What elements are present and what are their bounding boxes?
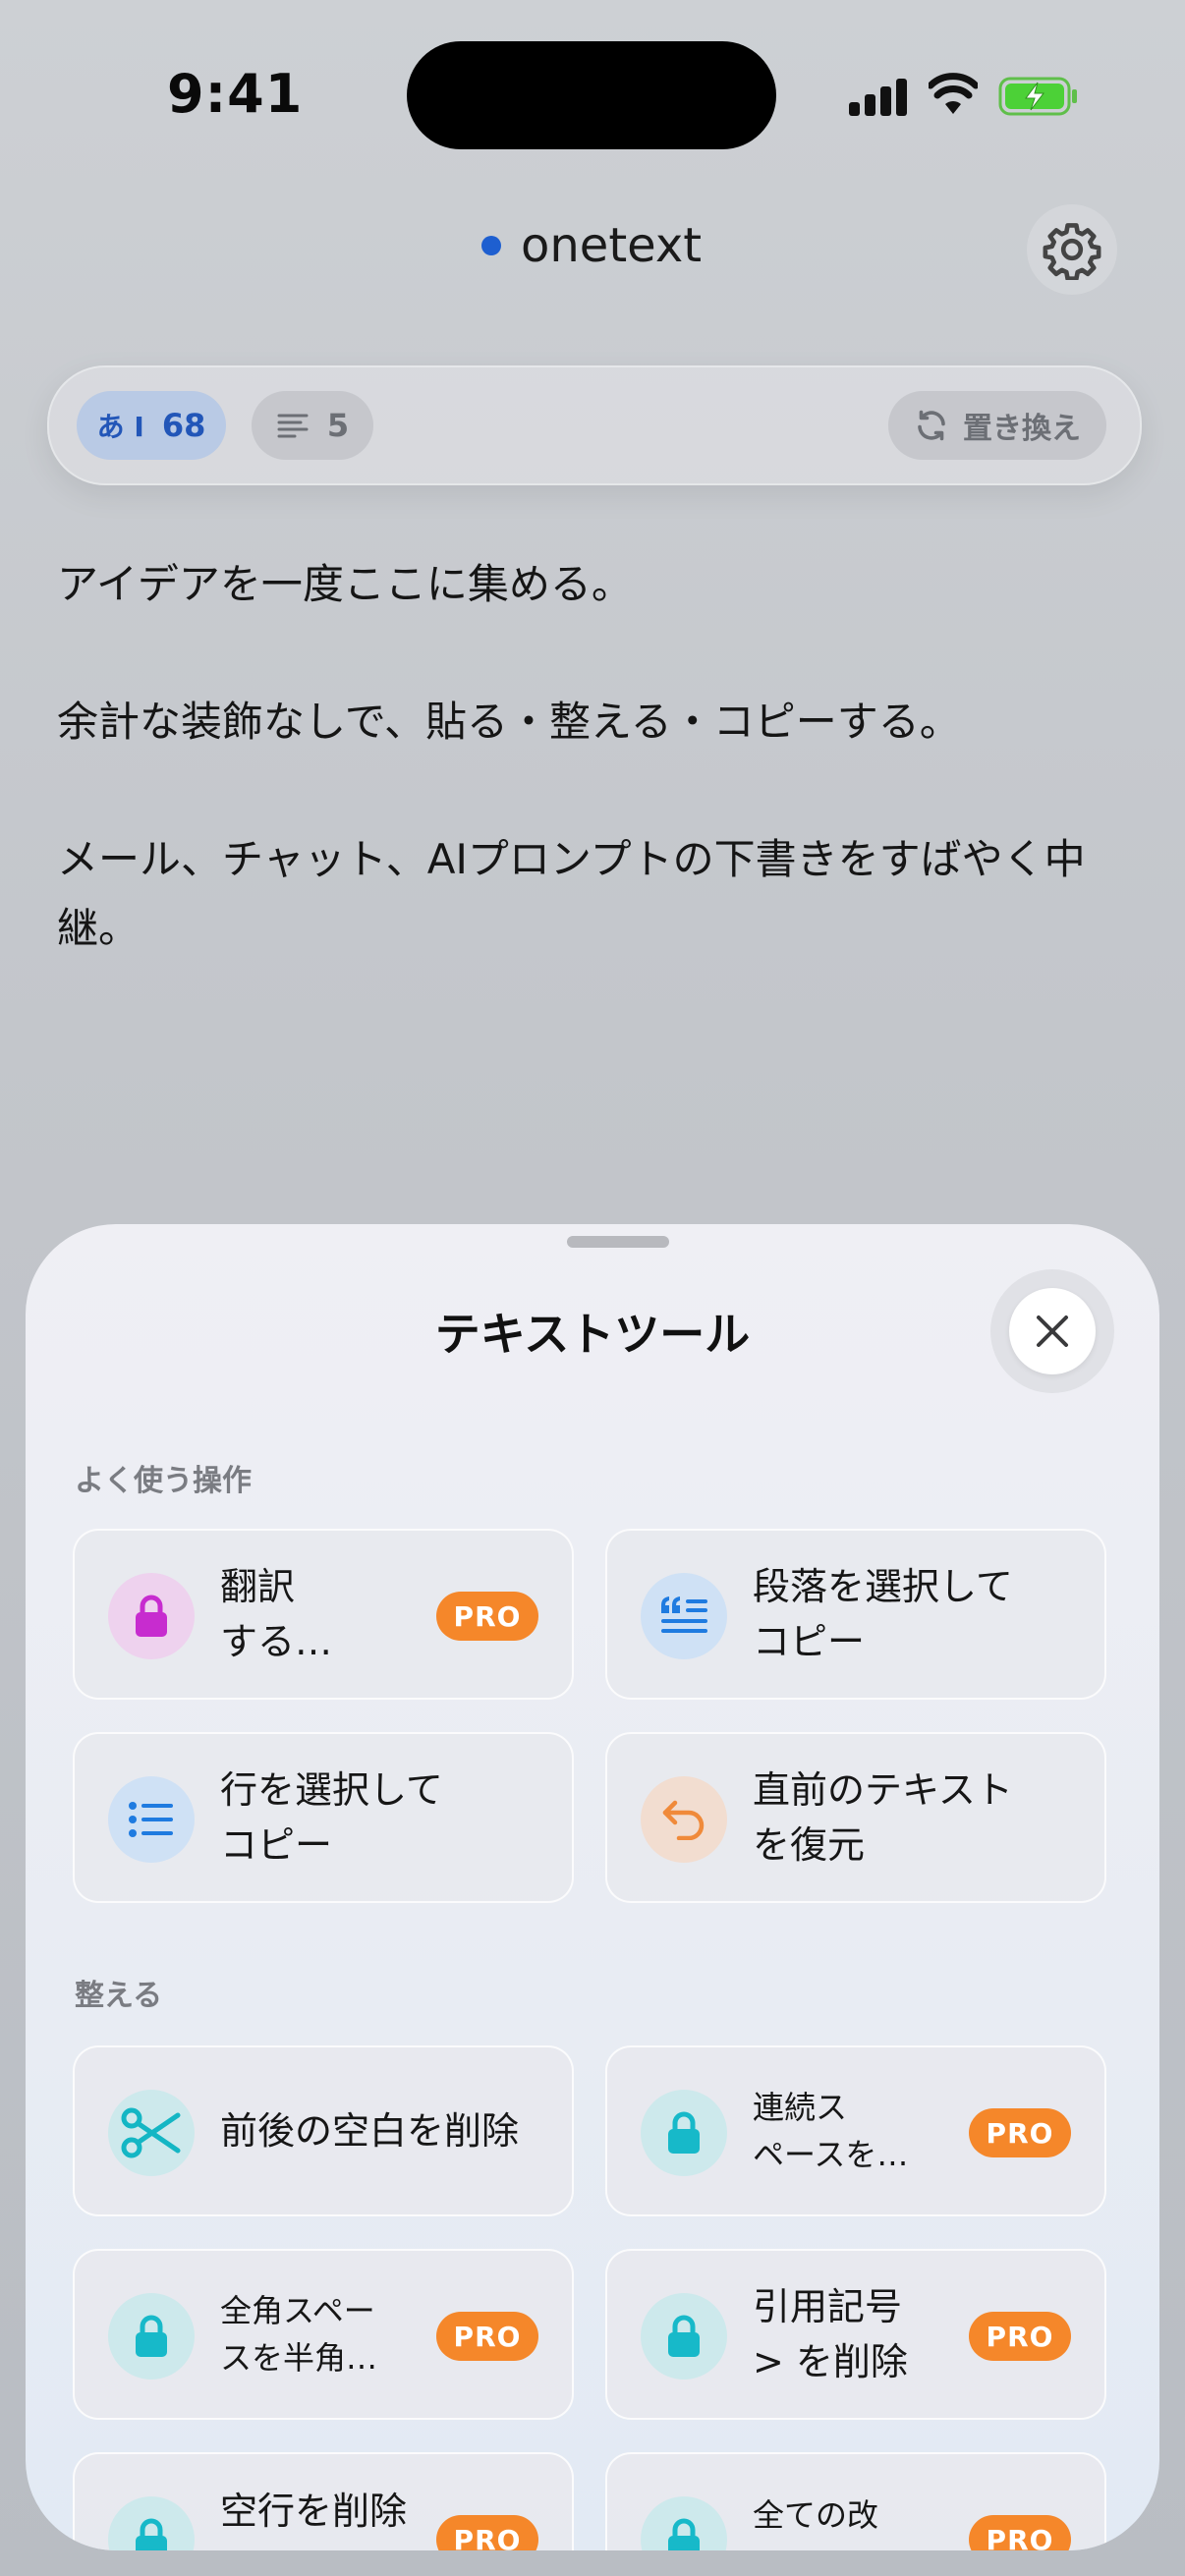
tool-label: 段落を選択して コピー [753, 1565, 1013, 1663]
settings-button[interactable] [1027, 204, 1117, 295]
cellular-signal-icon [849, 77, 908, 116]
refresh-icon [918, 410, 945, 441]
section-label-format: 整える [75, 1979, 163, 2013]
pro-badge: PRO [969, 2312, 1071, 2361]
list-icon [129, 1802, 173, 1837]
pro-badge: PRO [969, 2515, 1071, 2550]
lock-icon [668, 2111, 700, 2154]
line-count-value: 5 [326, 407, 350, 444]
lock-icon [136, 2518, 167, 2550]
lock-icon [668, 2315, 700, 2357]
text-tools-sheet: テキストツール よく使う操作 翻訳 する… PRO 段落を選択して コピー 行を… [26, 1224, 1159, 2550]
scissors-icon [121, 2107, 181, 2158]
close-button[interactable] [990, 1269, 1114, 1393]
replace-button[interactable]: 置き換え [888, 391, 1106, 460]
battery-charging-icon [998, 77, 1077, 116]
tool-label: 全角スペー スを半角… [220, 2292, 378, 2377]
section-label-frequent: よく使う操作 [75, 1464, 252, 1498]
tool-card-remove-blank-lines[interactable]: 空行を削除 PRO [73, 2452, 574, 2550]
pro-badge: PRO [436, 2312, 538, 2361]
tool-card-copy-line[interactable]: 行を選択して コピー [73, 1732, 574, 1903]
editor-paragraph: メール、チャット、AIプロンプトの下書きをすばやく中継。 [57, 835, 1086, 952]
line-count-chip[interactable]: 5 [252, 391, 373, 460]
tool-card-trim[interactable]: 前後の空白を削除 [73, 2045, 574, 2216]
tool-card-remove-quote[interactable]: 引用記号 > を削除 PRO [605, 2249, 1106, 2420]
char-count-icon: あ I [96, 411, 144, 443]
tool-label: 全ての改 [753, 2496, 879, 2534]
text-editor[interactable]: アイデアを一度ここに集める。 余計な装飾なしで、貼る・整える・コピーする。 メー… [57, 550, 1138, 1032]
lock-icon [136, 2315, 167, 2357]
tool-label: 空行を削除 [220, 2490, 408, 2533]
status-time: 9:41 [167, 63, 304, 125]
pro-badge: PRO [436, 2515, 538, 2550]
tool-card-remove-line-breaks[interactable]: 全ての改 PRO [605, 2452, 1106, 2550]
quote-paragraph-icon [661, 1596, 707, 1633]
pro-badge: PRO [969, 2108, 1071, 2157]
lock-icon [136, 1595, 167, 1637]
lines-icon [277, 414, 309, 438]
tool-card-restore[interactable]: 直前のテキスト を復元 [605, 1732, 1106, 1903]
tool-card-copy-paragraph[interactable]: 段落を選択して コピー [605, 1529, 1106, 1700]
tool-label: 連続ス ペースを… [753, 2089, 909, 2173]
tool-label: 前後の空白を削除 [220, 2109, 520, 2153]
tool-card-collapse-spaces[interactable]: 連続ス ペースを… PRO [605, 2045, 1106, 2216]
wifi-icon [929, 73, 978, 114]
tool-label: 引用記号 > を削除 [753, 2285, 908, 2383]
tool-label: 直前のテキスト を復元 [753, 1768, 1013, 1867]
close-icon [1037, 1316, 1068, 1347]
lock-icon [668, 2518, 700, 2550]
editor-paragraph: アイデアを一度ここに集める。 [57, 560, 633, 608]
sheet-title: テキストツール [434, 1308, 751, 1361]
status-dot [481, 236, 501, 255]
sheet-grabber[interactable] [567, 1236, 669, 1248]
char-count-chip[interactable]: あ I 68 [77, 391, 226, 460]
tool-card-fullwidth-space[interactable]: 全角スペー スを半角… PRO [73, 2249, 574, 2420]
pro-badge: PRO [436, 1592, 538, 1641]
gear-icon [1043, 223, 1101, 280]
app-title: onetext [521, 218, 703, 273]
tool-label: 翻訳 する… [220, 1565, 333, 1663]
char-count-value: 68 [161, 407, 206, 444]
replace-label: 置き換え [963, 412, 1081, 446]
undo-arrow-icon [662, 1800, 705, 1840]
tool-label: 行を選択して コピー [220, 1768, 443, 1867]
tool-card-translate[interactable]: 翻訳 する… PRO [73, 1529, 574, 1700]
dynamic-island [407, 41, 776, 149]
app-header: onetext [481, 218, 702, 273]
editor-paragraph: 余計な装飾なしで、貼る・整える・コピーする。 [57, 698, 961, 746]
text-stats-toolbar: あ I 68 5 置き換え [47, 365, 1142, 485]
